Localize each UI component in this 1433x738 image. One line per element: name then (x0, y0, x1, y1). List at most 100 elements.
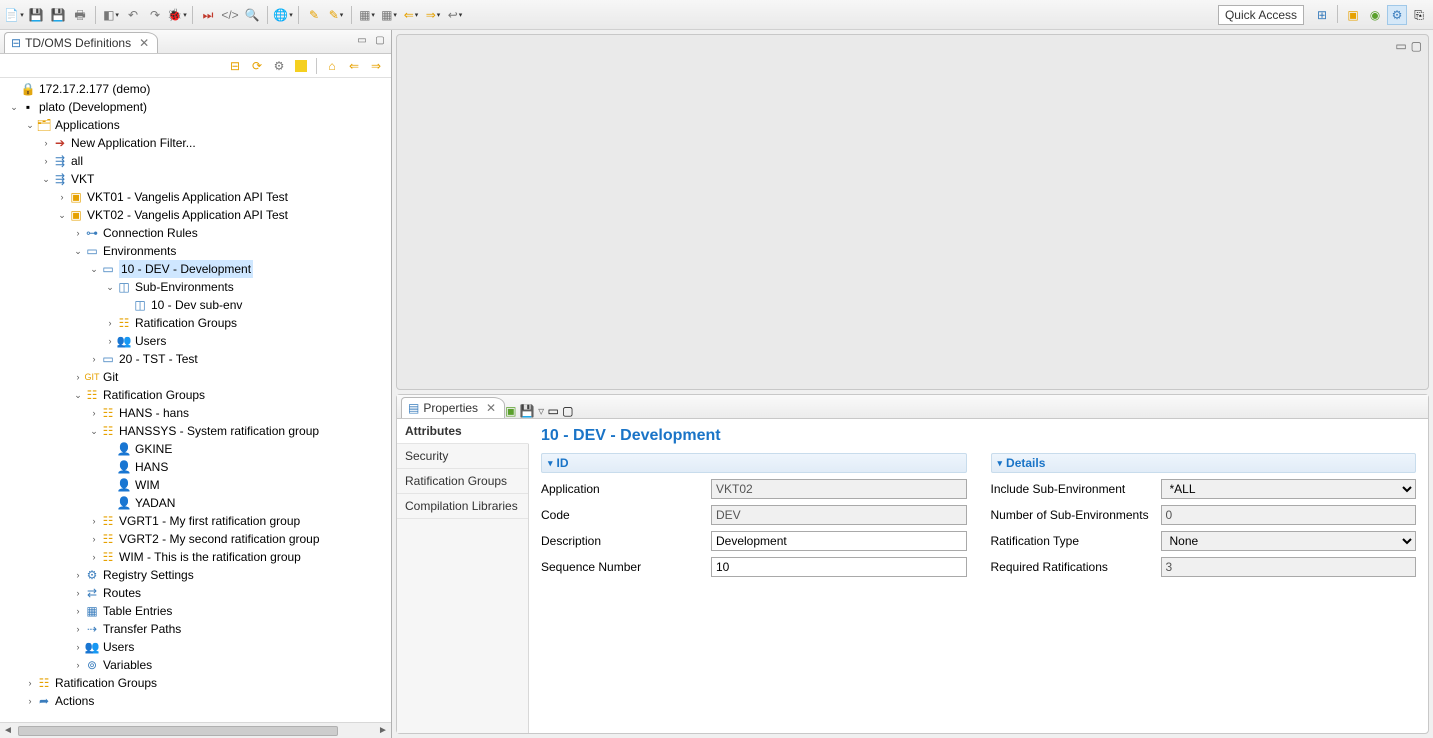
tree-sub-env[interactable]: ⌄◫Sub-Environments (4, 278, 391, 296)
props-maximize-icon[interactable]: ▢ (562, 404, 573, 418)
left-view-tabs: ⊟ TD/OMS Definitions ✕ ▭ ▢ (0, 30, 391, 54)
definitions-tree[interactable]: 🔒172.17.2.177 (demo) ⌄▪plato (Developmen… (0, 78, 391, 712)
code-field (711, 505, 967, 525)
close-icon[interactable]: ✕ (486, 401, 496, 415)
skip-icon[interactable]: ⏭ (198, 5, 218, 25)
minimize-icon[interactable]: ▭ (355, 33, 369, 47)
tree-wim-group[interactable]: ›☷WIM - This is the ratification group (4, 548, 391, 566)
editor-minimize-icon[interactable]: ▭ (1395, 39, 1406, 53)
tree-hanssys[interactable]: ⌄☷HANSSYS - System ratification group (4, 422, 391, 440)
tool-a-icon[interactable]: ◧ (101, 5, 121, 25)
home-icon[interactable]: ⌂ (323, 57, 341, 75)
back-history-icon[interactable]: ⇐ (401, 5, 421, 25)
tree-registry[interactable]: ›⚙Registry Settings (4, 566, 391, 584)
tree-user-gkine[interactable]: 👤GKINE (4, 440, 391, 458)
tree-git[interactable]: ›GITGit (4, 368, 391, 386)
tree-routes[interactable]: ›⇄Routes (4, 584, 391, 602)
last-edit-icon[interactable]: ↩ (445, 5, 465, 25)
undo-icon[interactable]: ↶ (123, 5, 143, 25)
tree-root[interactable]: 🔒172.17.2.177 (demo) (4, 80, 391, 98)
print-icon[interactable]: 🖶 (70, 5, 90, 25)
props-action-a-icon[interactable]: ▣ (505, 404, 516, 418)
tree-table-entries[interactable]: ›▦Table Entries (4, 602, 391, 620)
properties-tab[interactable]: ▤ Properties ✕ (401, 397, 505, 418)
tree-vkt01[interactable]: ›▣VKT01 - Vangelis Application API Test (4, 188, 391, 206)
tree-vkt[interactable]: ⌄⇶VKT (4, 170, 391, 188)
gear-icon[interactable]: ⚙ (270, 57, 288, 75)
nav-compilation[interactable]: Compilation Libraries (397, 494, 528, 519)
rat-type-select[interactable]: None (1161, 531, 1417, 551)
tree-vkt02[interactable]: ⌄▣VKT02 - Vangelis Application API Test (4, 206, 391, 224)
properties-view: ▤ Properties ✕ ▣ 💾 ▿ ▭ ▢ Attributes (396, 394, 1429, 734)
tree-new-filter[interactable]: ›➔New Application Filter... (4, 134, 391, 152)
collapse-all-icon[interactable]: ⊟ (226, 57, 244, 75)
lbl-application: Application (541, 482, 711, 496)
section-details-header[interactable]: ▾ Details (991, 453, 1417, 473)
tree-variables[interactable]: ›⊚Variables (4, 656, 391, 674)
seq-field[interactable] (711, 557, 967, 577)
description-field[interactable] (711, 531, 967, 551)
definitions-tab[interactable]: ⊟ TD/OMS Definitions ✕ (4, 32, 158, 53)
props-minimize-icon[interactable]: ▭ (547, 404, 558, 418)
run-config-icon[interactable]: 🌐 (273, 5, 293, 25)
tree-sub-env-10[interactable]: ◫10 - Dev sub-env (4, 296, 391, 314)
tree-environments[interactable]: ⌄▭Environments (4, 242, 391, 260)
quick-access-field[interactable]: Quick Access (1218, 5, 1304, 25)
search-icon[interactable]: 🔍 (242, 5, 262, 25)
perspective-c-icon[interactable]: ⚙ (1387, 5, 1407, 25)
nav-b-icon[interactable]: ▦ (379, 5, 399, 25)
tree-user-yadan[interactable]: 👤YADAN (4, 494, 391, 512)
monitor-icon[interactable] (292, 57, 310, 75)
tree-rat-groups-app[interactable]: ⌄☷Ratification Groups (4, 386, 391, 404)
code-icon[interactable]: </> (220, 5, 240, 25)
tree-user-wim[interactable]: 👤WIM (4, 476, 391, 494)
tree-plato[interactable]: ⌄▪plato (Development) (4, 98, 391, 116)
tree-applications[interactable]: ⌄🗂Applications (4, 116, 391, 134)
tree-env-10[interactable]: ⌄▭10 - DEV - Development (4, 260, 391, 278)
save-all-icon[interactable]: 💾 (48, 5, 68, 25)
tree-rat-groups-bottom[interactable]: ›☷Ratification Groups (4, 674, 391, 692)
definitions-tab-label: TD/OMS Definitions (25, 36, 131, 50)
perspective-a-icon[interactable]: ▣ (1343, 5, 1363, 25)
perspective-b-icon[interactable]: ◉ (1365, 5, 1385, 25)
nav-ratification[interactable]: Ratification Groups (397, 469, 528, 494)
lbl-inc-sub: Include Sub-Environment (991, 482, 1161, 496)
back-icon[interactable]: ⇐ (345, 57, 363, 75)
tree-user-hans[interactable]: 👤HANS (4, 458, 391, 476)
twistie-icon: ▾ (548, 458, 553, 469)
tree-vgrt1[interactable]: ›☷VGRT1 - My first ratification group (4, 512, 391, 530)
close-icon[interactable]: ✕ (139, 36, 149, 50)
tree-all[interactable]: ›⇶all (4, 152, 391, 170)
tree-transfer-paths[interactable]: ›⇢Transfer Paths (4, 620, 391, 638)
tree-env-20[interactable]: ›▭20 - TST - Test (4, 350, 391, 368)
tree-users-app[interactable]: ›👥Users (4, 638, 391, 656)
perspective-d-icon[interactable]: ⎘ (1409, 5, 1429, 25)
tree-vgrt2[interactable]: ›☷VGRT2 - My second ratification group (4, 530, 391, 548)
tree-actions[interactable]: ›➦Actions (4, 692, 391, 710)
tree-hans-group[interactable]: ›☷HANS - hans (4, 404, 391, 422)
tree-users-env[interactable]: ›👥Users (4, 332, 391, 350)
refresh-icon[interactable]: ⟳ (248, 57, 266, 75)
debug-icon[interactable]: 🐞 (167, 5, 187, 25)
new-icon[interactable]: 📄 (4, 5, 24, 25)
tree-h-scrollbar[interactable]: ◄ ► (0, 722, 391, 738)
props-save-icon[interactable]: 💾 (520, 404, 535, 418)
lbl-num-sub: Number of Sub-Environments (991, 508, 1161, 522)
save-icon[interactable]: 💾 (26, 5, 46, 25)
nav-a-icon[interactable]: ▦ (357, 5, 377, 25)
highlight-icon[interactable]: ✎ (304, 5, 324, 25)
open-perspective-icon[interactable]: ⊞ (1312, 5, 1332, 25)
fwd-history-icon[interactable]: ⇒ (423, 5, 443, 25)
forward-icon[interactable]: ⇒ (367, 57, 385, 75)
nav-security[interactable]: Security (397, 444, 528, 469)
redo-icon[interactable]: ↷ (145, 5, 165, 25)
inc-sub-select[interactable]: *ALL (1161, 479, 1417, 499)
tree-conn-rules[interactable]: ›⊶Connection Rules (4, 224, 391, 242)
maximize-icon[interactable]: ▢ (373, 33, 387, 47)
section-id-header[interactable]: ▾ ID (541, 453, 967, 473)
tree-rat-groups-env[interactable]: ›☷Ratification Groups (4, 314, 391, 332)
marker-icon[interactable]: ✎ (326, 5, 346, 25)
props-menu-icon[interactable]: ▿ (538, 404, 544, 418)
editor-maximize-icon[interactable]: ▢ (1411, 39, 1422, 53)
nav-attributes[interactable]: Attributes (397, 419, 529, 444)
